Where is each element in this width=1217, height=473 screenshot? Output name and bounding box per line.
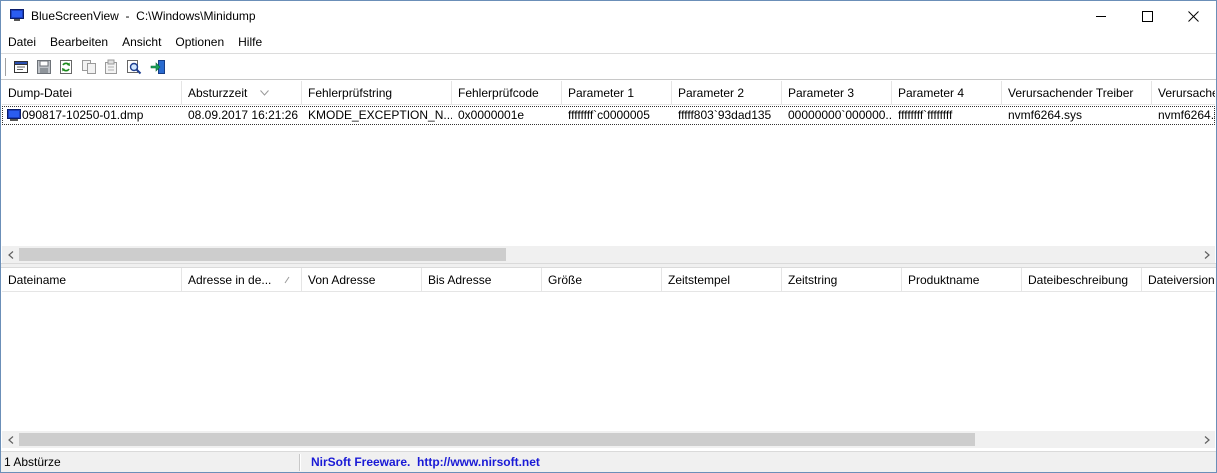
scroll-thumb[interactable] xyxy=(19,248,506,261)
toolbar xyxy=(1,53,1216,80)
toolbar-separator xyxy=(5,58,7,76)
properties-icon xyxy=(14,61,28,73)
close-icon xyxy=(1187,10,1199,22)
menu-bar: Datei Bearbeiten Ansicht Optionen Hilfe xyxy=(1,32,1216,52)
col-parameter-4[interactable]: Parameter 4 xyxy=(892,81,1002,105)
col-caused-by-address[interactable]: Verursache xyxy=(1152,81,1215,105)
maximize-icon xyxy=(1141,10,1153,22)
menu-optionen[interactable]: Optionen xyxy=(168,32,231,52)
col-file-version[interactable]: Dateiversion xyxy=(1142,268,1215,292)
chevron-right-icon xyxy=(1204,250,1210,259)
col-dump-file[interactable]: Dump-Datei xyxy=(2,81,182,105)
driver-list-hscrollbar[interactable] xyxy=(2,431,1215,448)
col-bug-check-string[interactable]: Fehlerprüfstring xyxy=(302,81,452,105)
status-divider xyxy=(299,454,301,471)
menu-hilfe[interactable]: Hilfe xyxy=(231,32,269,52)
maximize-button[interactable] xyxy=(1124,1,1170,31)
col-file-description[interactable]: Dateibeschreibung xyxy=(1022,268,1142,292)
col-filename[interactable]: Dateiname xyxy=(2,268,182,292)
exit-button[interactable] xyxy=(147,57,169,77)
save-icon xyxy=(37,60,51,74)
refresh-button[interactable] xyxy=(55,57,77,77)
scroll-left-button[interactable] xyxy=(2,431,19,448)
status-bar: 1 Abstürze NirSoft Freeware. http://www.… xyxy=(1,451,1216,472)
col-to-address[interactable]: Bis Adresse xyxy=(422,268,542,292)
cell-bug-check-code: 0x0000001e xyxy=(458,108,525,122)
col-parameter-2[interactable]: Parameter 2 xyxy=(672,81,782,105)
cell-dump-file: 090817-10250-01.dmp xyxy=(22,108,144,122)
cell-crash-time: 08.09.2017 16:21:26 xyxy=(188,108,299,122)
col-crash-time-label: Absturzzeit xyxy=(188,86,248,100)
minimize-icon xyxy=(1095,15,1106,17)
copy-icon xyxy=(82,60,96,74)
col-from-address[interactable]: Von Adresse xyxy=(302,268,422,292)
col-address-in-stack[interactable]: Adresse in de... xyxy=(182,268,302,292)
col-caused-by-driver[interactable]: Verursachender Treiber xyxy=(1002,81,1152,105)
scroll-left-button[interactable] xyxy=(2,246,19,263)
crash-list-hscrollbar[interactable] xyxy=(2,246,1215,263)
col-timestamp[interactable]: Zeitstempel xyxy=(662,268,782,292)
cell-bug-check-string: KMODE_EXCEPTION_N... xyxy=(308,108,452,122)
app-icon xyxy=(10,9,24,21)
title-bar[interactable]: BlueScreenView - C:\Windows\Minidump xyxy=(1,1,1216,31)
html-report-icon xyxy=(105,59,117,74)
cell-parameter-1: ffffffff`c0000005 xyxy=(568,108,650,122)
find-button[interactable] xyxy=(123,57,145,77)
exit-icon xyxy=(150,60,165,74)
col-size[interactable]: Größe xyxy=(542,268,662,292)
find-icon xyxy=(127,60,142,75)
driver-list[interactable]: Dateiname Adresse in de... Von Adresse B… xyxy=(2,268,1215,449)
properties-button[interactable] xyxy=(10,57,32,77)
crash-count-status: 1 Abstürze xyxy=(4,455,61,469)
refresh-icon xyxy=(60,60,72,74)
save-button[interactable] xyxy=(33,57,55,77)
cell-caused-by-address: nvmf6264.s xyxy=(1158,108,1215,122)
chevron-right-icon xyxy=(1204,435,1210,444)
scroll-thumb[interactable] xyxy=(19,433,975,446)
menu-bearbeiten[interactable]: Bearbeiten xyxy=(43,32,115,52)
chevron-left-icon xyxy=(7,250,13,259)
cell-parameter-3: 00000000`000000... xyxy=(788,108,892,122)
main-window: BlueScreenView - C:\Windows\Minidump Dat… xyxy=(0,0,1217,473)
col-product-name[interactable]: Produktname xyxy=(902,268,1022,292)
scroll-right-button[interactable] xyxy=(1198,246,1215,263)
col-address-in-stack-label: Adresse in de... xyxy=(188,273,272,287)
menu-datei[interactable]: Datei xyxy=(1,32,43,52)
crash-row[interactable]: 090817-10250-01.dmp 08.09.2017 16:21:26 … xyxy=(2,106,1215,125)
col-bug-check-code[interactable]: Fehlerprüfcode xyxy=(452,81,562,105)
col-crash-time[interactable]: Absturzzeit xyxy=(182,81,302,105)
window-title: BlueScreenView - C:\Windows\Minidump xyxy=(31,9,256,23)
minimize-button[interactable] xyxy=(1078,1,1124,31)
copy-button[interactable] xyxy=(78,57,100,77)
cell-parameter-2: fffff803`93dad135 xyxy=(678,108,772,122)
scroll-right-button[interactable] xyxy=(1198,431,1215,448)
col-parameter-3[interactable]: Parameter 3 xyxy=(782,81,892,105)
chevron-left-icon xyxy=(7,435,13,444)
sort-ascending-icon xyxy=(260,90,269,96)
crash-list-header: Dump-Datei Absturzzeit Fehlerprüfstring … xyxy=(2,81,1215,105)
col-parameter-1[interactable]: Parameter 1 xyxy=(562,81,672,105)
cell-caused-by-driver: nvmf6264.sys xyxy=(1008,108,1083,122)
html-report-button[interactable] xyxy=(100,57,122,77)
menu-ansicht[interactable]: Ansicht xyxy=(115,32,168,52)
crash-list[interactable]: Dump-Datei Absturzzeit Fehlerprüfstring … xyxy=(2,81,1215,263)
cell-parameter-4: ffffffff`ffffffff xyxy=(898,108,953,122)
nirsoft-link[interactable]: NirSoft Freeware. http://www.nirsoft.net xyxy=(311,452,540,473)
sort-indicator-icon xyxy=(284,276,290,284)
driver-list-header: Dateiname Adresse in de... Von Adresse B… xyxy=(2,268,1215,292)
col-time-string[interactable]: Zeitstring xyxy=(782,268,902,292)
close-button[interactable] xyxy=(1170,1,1216,31)
